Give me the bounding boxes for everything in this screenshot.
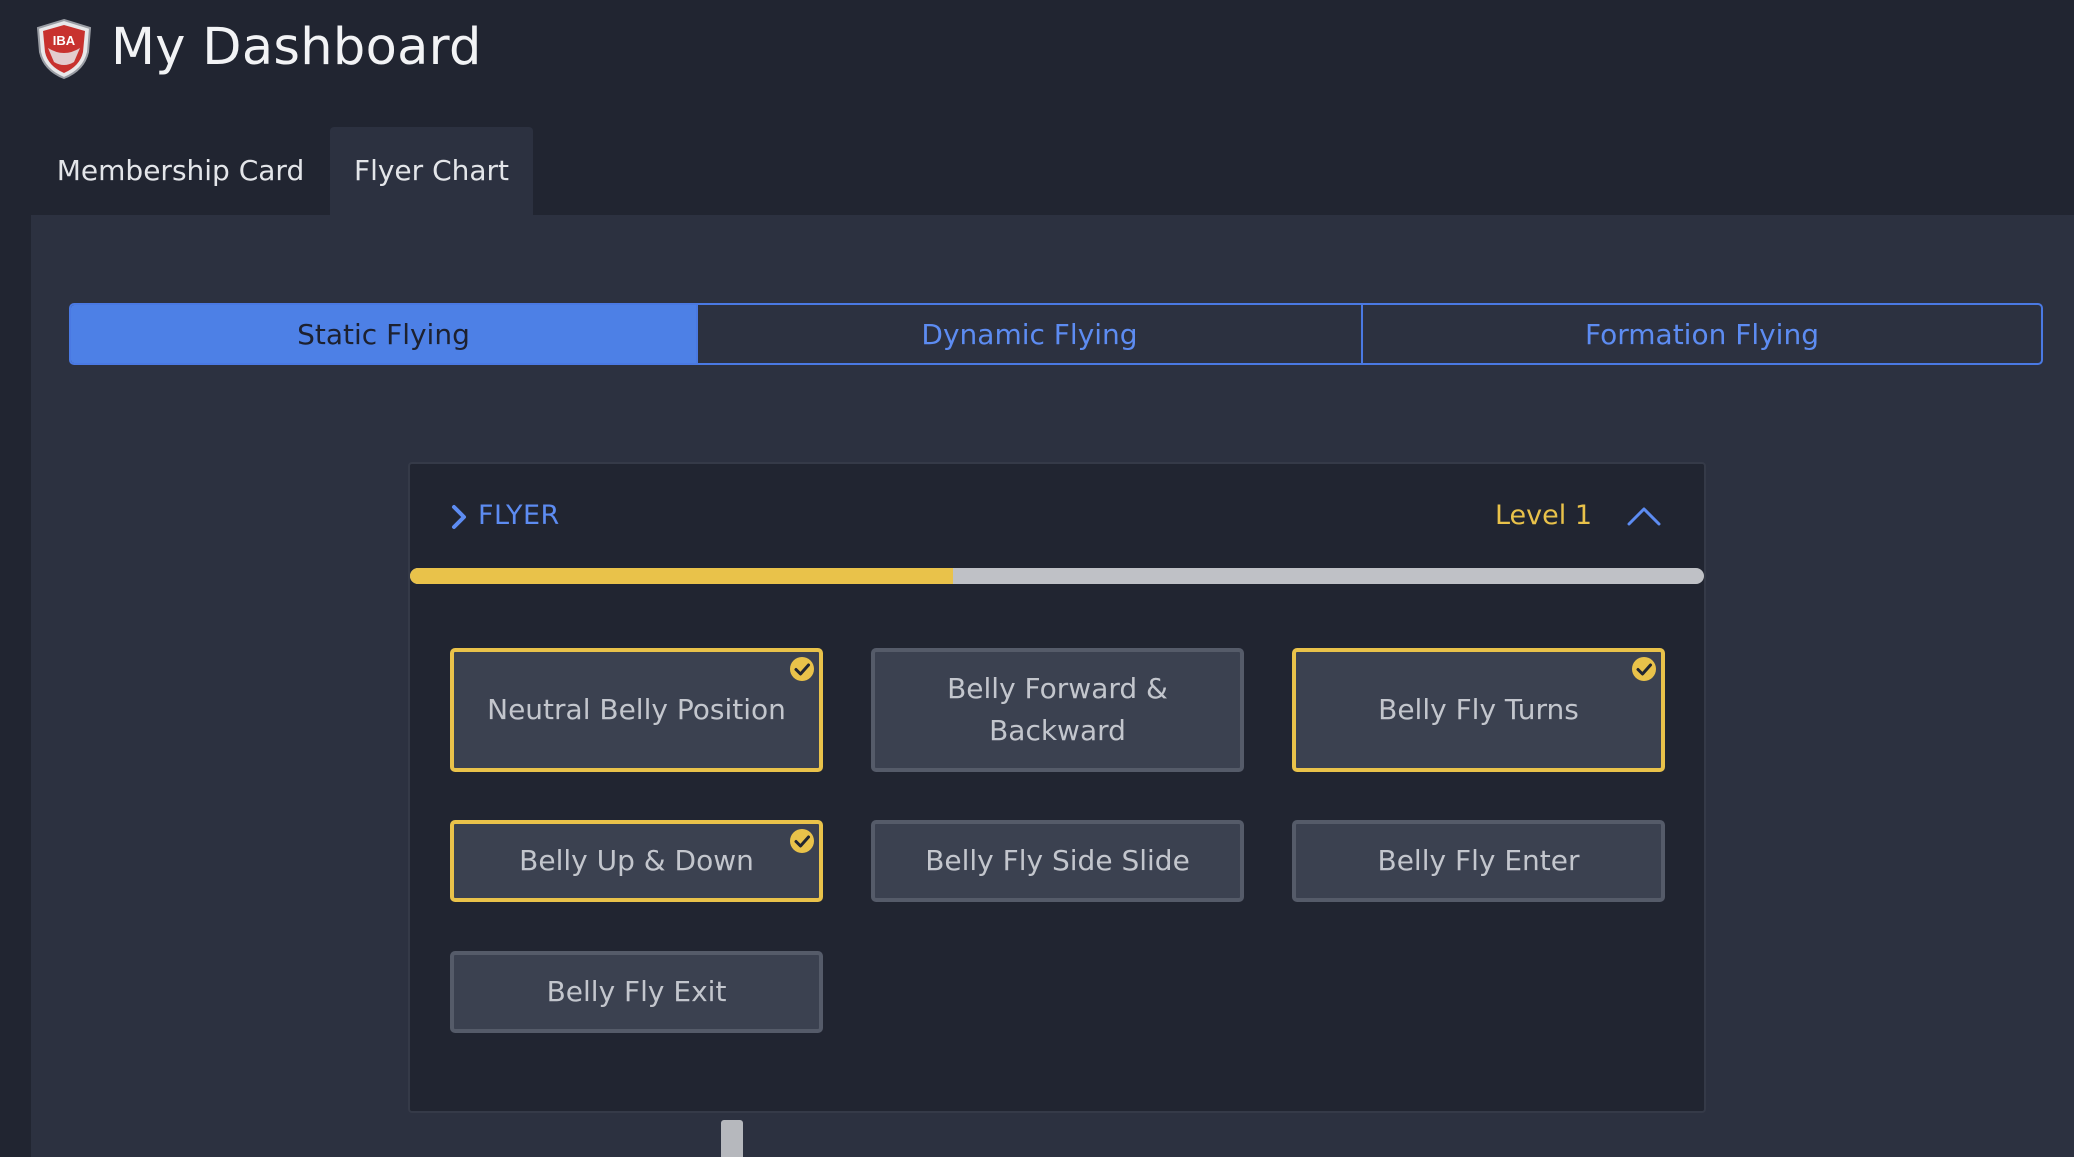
segment-formation-flying[interactable]: Formation Flying [1361,305,2041,363]
skill-belly-fly-side-slide[interactable]: Belly Fly Side Slide [871,820,1244,902]
skill-label: Belly Fly Side Slide [925,844,1190,877]
card-title: FLYER [478,500,560,531]
skill-belly-fly-exit[interactable]: Belly Fly Exit [450,951,823,1033]
scroll-handle[interactable] [721,1120,743,1157]
shield-logo-icon[interactable]: IBA [34,18,94,80]
tab-flyer-chart[interactable]: Flyer Chart [330,127,533,215]
skill-label: Belly Forward & Backward [947,672,1168,747]
skill-label: Belly Fly Exit [546,975,727,1008]
skill-label: Neutral Belly Position [487,693,786,726]
header: IBA My Dashboard [0,0,2074,100]
skill-belly-forward-backward[interactable]: Belly Forward & Backward [871,648,1244,772]
level-progress-bar [410,568,1704,584]
logo-text: IBA [53,33,76,48]
level-progress-fill [410,568,954,584]
skill-label: Belly Fly Enter [1377,844,1580,877]
segment-dynamic-flying[interactable]: Dynamic Flying [696,305,1361,363]
skill-belly-fly-turns[interactable]: Belly Fly Turns [1292,648,1665,772]
skill-label: Belly Up & Down [519,844,754,877]
card-header[interactable]: FLYER Level 1 [410,464,1704,568]
skill-belly-up-down[interactable]: Belly Up & Down [450,820,823,902]
tab-membership-card[interactable]: Membership Card [31,127,330,215]
page-title: My Dashboard [111,18,482,77]
check-circle-icon [1632,657,1656,681]
skill-label: Belly Fly Turns [1378,693,1579,726]
skill-belly-fly-enter[interactable]: Belly Fly Enter [1292,820,1665,902]
chevron-right-icon[interactable] [450,504,468,530]
level-label: Level 1 [1494,500,1592,531]
skill-neutral-belly-position[interactable]: Neutral Belly Position [450,648,823,772]
segment-static-flying[interactable]: Static Flying [71,305,696,363]
flying-category-selector: Static Flying Dynamic Flying Formation F… [69,303,2043,365]
chevron-up-icon[interactable] [1626,504,1662,528]
check-circle-icon [790,829,814,853]
check-circle-icon [790,657,814,681]
flyer-card: FLYER Level 1 Neutral Belly Position Bel… [408,462,1706,1113]
